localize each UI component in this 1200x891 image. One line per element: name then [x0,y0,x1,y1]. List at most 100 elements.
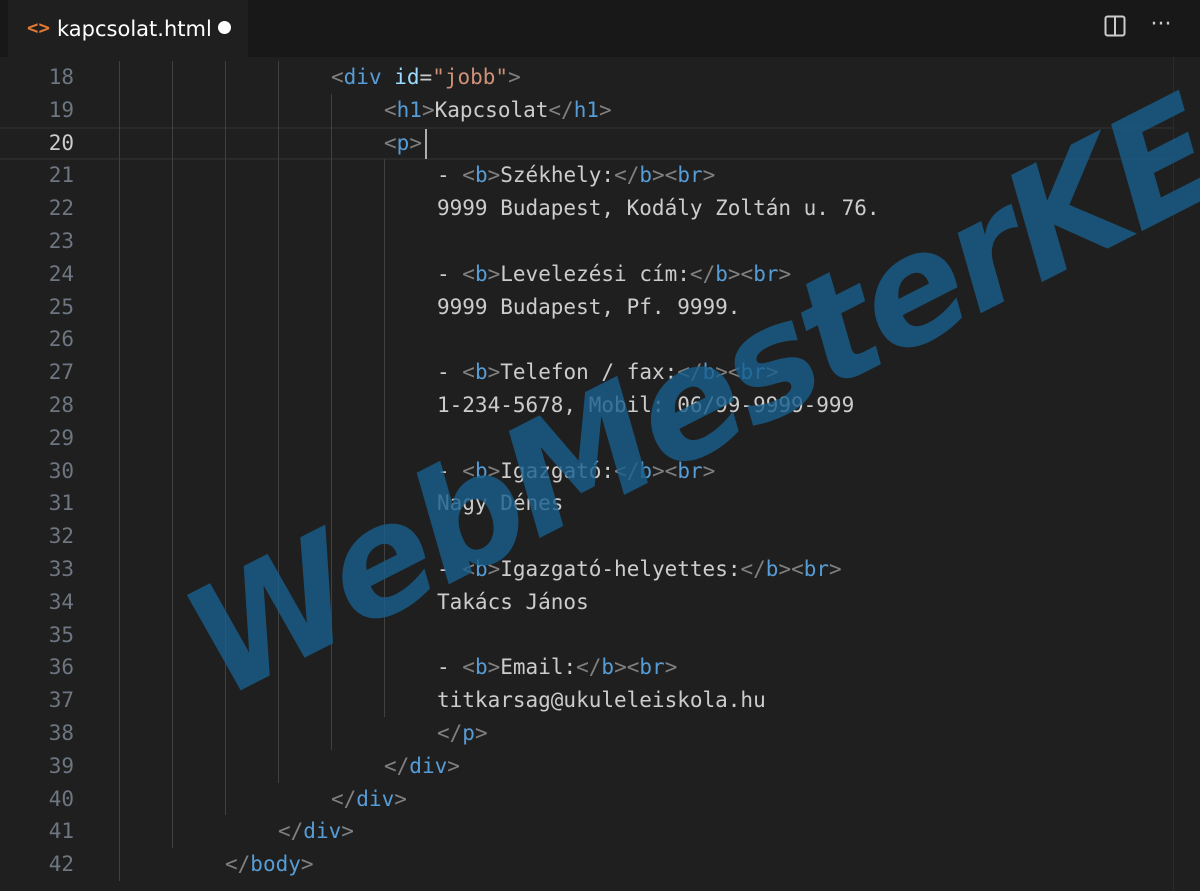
code-token: < [384,130,397,155]
code-token: - [437,360,463,385]
code-token: < [664,163,678,188]
code-line[interactable]: 35 [0,619,1173,652]
more-actions-icon[interactable]: ··· [1147,12,1175,40]
code-token: </ [614,163,640,188]
code-line[interactable]: 32 [0,520,1173,553]
code-token: - [437,163,463,188]
code-token: > [487,261,501,286]
code-line[interactable]: 40 </div> [0,783,1173,816]
code-token: > [599,97,612,122]
code-token: h1 [573,97,599,122]
split-editor-icon[interactable] [1103,14,1127,38]
code-line[interactable]: 34 Takács János [0,586,1173,619]
line-number: 37 [48,688,74,713]
code-line[interactable]: 27- <b>Telefon / fax:</b><br> [0,356,1173,389]
code-token: br [740,360,766,385]
code-token: < [331,65,344,89]
code-line[interactable]: 26 [0,323,1173,356]
code-token: </ [740,557,766,581]
line-number: 39 [48,753,74,778]
code-token: b [474,655,488,680]
code-line[interactable]: 36- <b>Email:</b><br> [0,651,1173,684]
code-token: b [639,163,653,188]
code-token: > [715,360,728,385]
code-text: Takács János [437,586,589,619]
code-token: > [778,557,792,581]
code-token: Levelezési cím: [500,261,690,286]
code-token: b [474,557,488,581]
code-token: > [702,458,716,483]
code-line[interactable]: 20 <p> [0,127,1173,160]
code-line[interactable]: 21- <b>Székhely:</b><br> [0,159,1173,192]
unsaved-dot-icon[interactable] [218,21,231,34]
code-token: > [765,360,779,385]
code-token: div [343,65,382,89]
code-token: </ [614,458,640,483]
indent-guide [119,61,120,881]
code-text: Nagy Dénes [437,487,563,520]
code-token: > [487,458,501,483]
code-line[interactable]: 38 </p> [0,717,1173,750]
code-token: Nagy Dénes [437,491,564,516]
line-number: 34 [48,589,74,614]
text-cursor [425,128,427,159]
code-text: - <b>Igazgató:</b><br> [437,455,715,488]
code-line[interactable]: 18 <div id="jobb"> [0,61,1173,94]
code-token: </ [437,721,463,745]
code-token: > [487,655,501,680]
code-text: 1-234-5678, Mobil: 06/99-9999-999 [437,389,854,422]
vertical-scrollbar[interactable] [1173,57,1200,891]
code-token: > [664,655,678,680]
code-token: br [677,458,703,483]
code-token: > [508,65,521,89]
line-number: 23 [48,229,74,253]
code-token: < [462,557,475,581]
code-token: </ [225,852,251,877]
code-text: 9999 Budapest, Pf. 9999. [437,291,740,324]
code-token: b [474,261,488,286]
code-token: </ [278,819,304,844]
tab-bar: <> kapcsolat.html ··· [0,0,1200,58]
code-editor[interactable]: 18 <div id="jobb"> 19 <h1>Kapcsolat</h1> 20 <… [0,57,1173,891]
code-text: </div> [384,750,460,783]
code-token: Igazgató: [500,458,615,483]
code-token: > [421,97,435,122]
code-line[interactable]: 29 [0,422,1173,455]
html-file-icon: <> [27,17,50,39]
line-number: 31 [48,491,74,516]
code-token: < [384,97,397,122]
code-line[interactable]: 25 9999 Budapest, Pf. 9999. [0,291,1173,324]
code-line[interactable]: 24- <b>Levelezési cím:</b><br> [0,258,1173,291]
code-token: < [727,360,741,385]
code-token: p [396,130,410,155]
code-token: < [462,458,475,483]
code-token: > [652,163,665,188]
code-token: > [487,557,501,581]
code-text: 9999 Budapest, Kodály Zoltán u. 76. [437,192,880,225]
code-line[interactable]: 42 </body> [0,848,1173,881]
code-text: - <b>Levelezési cím:</b><br> [437,258,791,291]
code-line[interactable]: 30- <b>Igazgató:</b><br> [0,455,1173,488]
line-number: 20 [48,130,74,155]
code-token: div [409,753,448,778]
editor-tab[interactable]: <> kapcsolat.html [8,0,248,58]
code-token: < [462,360,475,385]
code-line[interactable]: 33- <b>Igazgató-helyettes:</b><br> [0,553,1173,586]
line-number: 38 [48,721,74,745]
code-text: </div> [278,815,354,848]
line-number: 33 [48,557,74,581]
line-number: 35 [48,622,74,647]
code-line[interactable]: 39 </div> [0,750,1173,783]
code-token: > [300,852,314,877]
code-line[interactable]: 19 <h1>Kapcsolat</h1> [0,94,1173,127]
code-line[interactable]: 31 Nagy Dénes [0,487,1173,520]
code-line[interactable]: 23 [0,225,1173,258]
line-number: 42 [48,852,74,877]
code-line[interactable]: 28 1-234-5678, Mobil: 06/99-9999-999 [0,389,1173,422]
code-line[interactable]: 22 9999 Budapest, Kodály Zoltán u. 76. [0,192,1173,225]
code-line[interactable]: 41 </div> [0,815,1173,848]
code-token: br [803,557,830,581]
code-token: br [753,261,779,286]
code-line[interactable]: 37 titkarsag@ukuleleiskola.hu [0,684,1173,717]
code-text: <h1>Kapcsolat</h1> [384,94,612,127]
